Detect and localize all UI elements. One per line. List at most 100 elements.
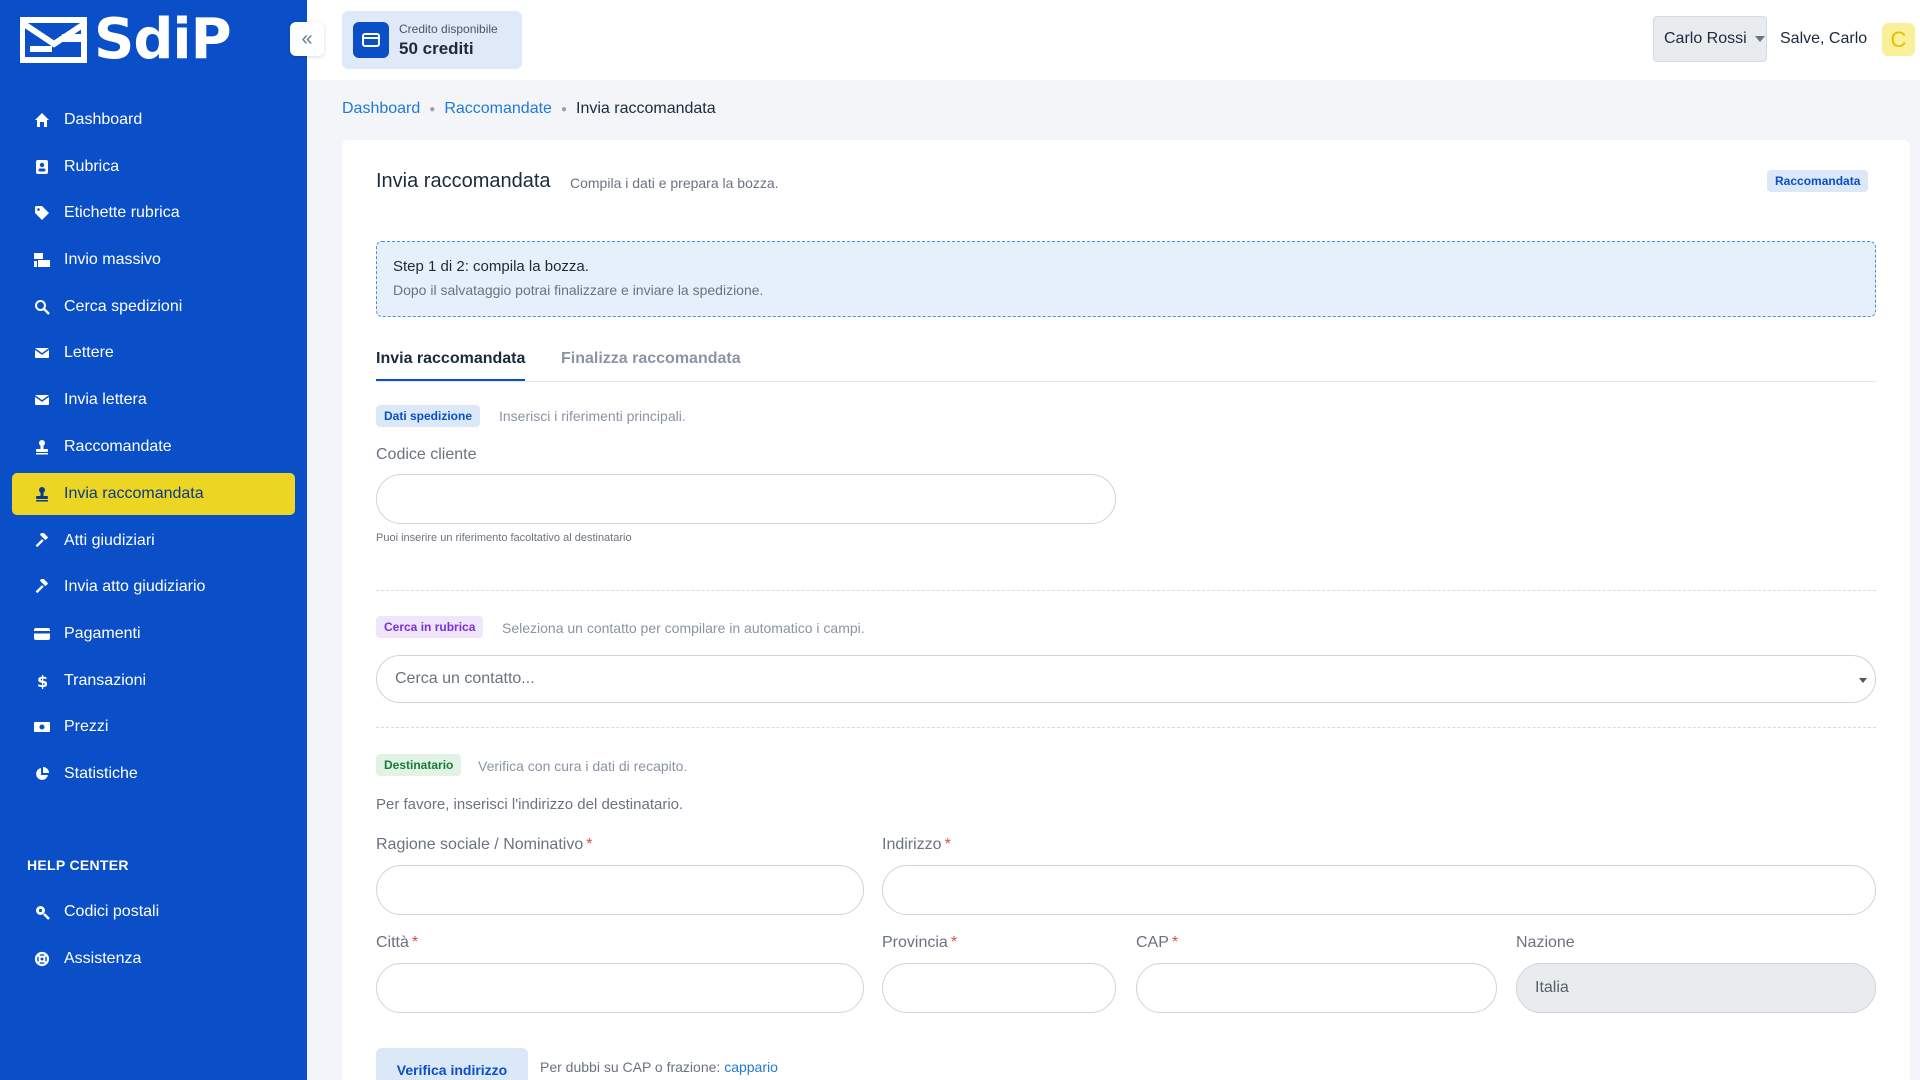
sidebar-item-label: Assistenza (64, 950, 142, 967)
section-divider (376, 590, 1876, 591)
sidebar-item-label: Prezzi (64, 718, 109, 735)
sidebar-item-invia-lettera[interactable]: Invia lettera (12, 379, 295, 421)
credit-card-icon (32, 624, 52, 644)
section-badge-shipment: Dati spedizione (376, 405, 481, 427)
required-mark: * (1171, 934, 1179, 951)
sidebar-item-transazioni[interactable]: $ Transazioni (12, 660, 295, 702)
address-label: Indirizzo * (882, 836, 951, 854)
sidebar-item-label: Dashboard (64, 111, 143, 128)
section-badge-recipient: Destinatario (376, 754, 462, 776)
sidebar-item-cerca-spedizioni[interactable]: Cerca spedizioni (12, 286, 295, 328)
sidebar-item-lettere[interactable]: Lettere (12, 332, 295, 374)
required-mark: * (950, 934, 958, 951)
user-select-value: Carlo Rossi (1664, 30, 1747, 47)
city-input[interactable] (376, 963, 864, 1013)
avatar[interactable]: C (1882, 23, 1915, 56)
sidebar-item-raccomandate[interactable]: Raccomandate (12, 426, 295, 468)
sidebar-item-atti-giudiziari[interactable]: Atti giudiziari (12, 520, 295, 562)
recipient-intro: Per favore, inserisci l'indirizzo del de… (376, 796, 684, 813)
help-center-title: HELP CENTER (27, 857, 129, 873)
chevron-down-icon (1754, 36, 1765, 42)
svg-text:$: $ (37, 673, 48, 689)
verify-note: Per dubbi su CAP o frazione: cappario (540, 1059, 778, 1075)
gavel-icon (32, 577, 52, 597)
form-card: Invia raccomandata Compila i dati e prep… (342, 140, 1910, 1080)
required-mark: * (944, 836, 951, 853)
sidebar-item-statistiche[interactable]: Statistiche (12, 753, 295, 795)
sidebar-item-invia-raccomandata[interactable]: Invia raccomandata (12, 473, 295, 515)
wallet-icon (353, 22, 389, 58)
sidebar-item-label: Cerca spedizioni (64, 298, 183, 315)
country-label: Nazione (1516, 934, 1575, 951)
tab-finalizza-raccomandata[interactable]: Finalizza raccomandata (561, 350, 741, 379)
tab-invia-raccomandata[interactable]: Invia raccomandata (376, 350, 526, 381)
sidebar-item-dashboard[interactable]: Dashboard (12, 99, 295, 141)
breadcrumb-separator: ● (560, 103, 567, 115)
section-note-recipient: Verifica con cura i dati di recapito. (478, 758, 688, 774)
sidebar: SdiP Dashboard Rubrica Etichette rubrica In… (0, 0, 307, 1080)
logo-envelope-icon (20, 17, 87, 63)
search-icon (32, 297, 52, 317)
step-info-box: Step 1 di 2: compila la bozza. Dopo il s… (376, 241, 1876, 317)
breadcrumb: Dashboard ● Raccomandate ● Invia raccoma… (342, 100, 716, 118)
name-label: Ragione sociale / Nominativo * (376, 836, 592, 854)
cap-label-text: CAP (1136, 934, 1169, 951)
breadcrumb-current: Invia raccomandata (576, 100, 716, 117)
sidebar-item-label: Codici postali (64, 903, 160, 920)
city-label-text: Città (376, 934, 409, 951)
lifebuoy-icon (32, 949, 52, 969)
customer-code-help: Puoi inserire un riferimento facoltativo… (376, 532, 632, 544)
sidebar-item-label: Invia atto giudiziario (64, 578, 206, 595)
province-label: Provincia * (882, 934, 957, 952)
sidebar-item-assistenza[interactable]: Assistenza (12, 938, 295, 980)
contact-search-select[interactable]: Cerca un contatto... (376, 655, 1876, 703)
sidebar-item-invio-massivo[interactable]: Invio massivo (12, 239, 295, 281)
address-input[interactable] (882, 865, 1876, 915)
province-input[interactable] (882, 963, 1116, 1013)
sidebar-item-label: Atti giudiziari (64, 532, 155, 549)
sidebar-item-label: Invio massivo (64, 251, 161, 268)
cappario-link[interactable]: cappario (724, 1059, 778, 1075)
logo-text: SdiP (94, 7, 232, 72)
topbar: Credito disponibile 50 crediti Carlo Ros… (307, 0, 1920, 80)
sidebar-item-codici-postali[interactable]: Codici postali (12, 891, 295, 933)
section-note-addressbook: Seleziona un contatto per compilare in a… (502, 620, 865, 636)
customer-code-label: Codice cliente (376, 446, 477, 463)
name-label-text: Ragione sociale / Nominativo (376, 836, 584, 853)
step-subtitle: Dopo il salvataggio potrai finalizzare e… (393, 282, 764, 298)
cap-input[interactable] (1136, 963, 1497, 1013)
gavel-icon (32, 531, 52, 551)
sidebar-item-label: Invia lettera (64, 391, 147, 408)
breadcrumb-raccomandate[interactable]: Raccomandate (444, 100, 552, 118)
money-icon (32, 717, 52, 737)
stamp-icon (32, 484, 52, 504)
contact-search-placeholder: Cerca un contatto... (395, 670, 535, 687)
logo[interactable]: SdiP (20, 7, 232, 72)
stamp-icon (32, 437, 52, 457)
step-title: Step 1 di 2: compila la bozza. (393, 258, 589, 275)
tabs: Invia raccomandata Finalizza raccomandat… (376, 340, 1876, 382)
customer-code-input[interactable] (376, 474, 1116, 524)
credit-value: 50 crediti (399, 38, 474, 58)
city-label: Città * (376, 934, 418, 952)
country-input: Italia (1516, 963, 1876, 1013)
breadcrumb-dashboard[interactable]: Dashboard (342, 100, 420, 118)
verify-address-button[interactable]: Verifica indirizzo (376, 1048, 528, 1080)
search-location-icon (32, 902, 52, 922)
sidebar-item-label: Transazioni (64, 672, 147, 689)
collapse-sidebar-icon[interactable]: « (290, 22, 324, 56)
user-select[interactable]: Carlo Rossi (1653, 16, 1767, 62)
page-subtitle: Compila i dati e prepara la bozza. (570, 175, 779, 191)
sidebar-item-label: Raccomandate (64, 438, 172, 455)
sidebar-item-etichette-rubrica[interactable]: Etichette rubrica (12, 192, 295, 234)
sidebar-item-pagamenti[interactable]: Pagamenti (12, 613, 295, 655)
section-badge-addressbook: Cerca in rubrica (376, 616, 484, 638)
name-input[interactable] (376, 865, 864, 915)
sidebar-item-label: Lettere (64, 344, 114, 361)
credit-box[interactable]: Credito disponibile 50 crediti (342, 11, 522, 69)
sidebar-item-prezzi[interactable]: Prezzi (12, 706, 295, 748)
pie-chart-icon (32, 764, 52, 784)
sidebar-item-invia-atto-giudiziario[interactable]: Invia atto giudiziario (12, 566, 295, 608)
sidebar-item-rubrica[interactable]: Rubrica (12, 146, 295, 188)
chevron-down-icon (1859, 678, 1867, 683)
